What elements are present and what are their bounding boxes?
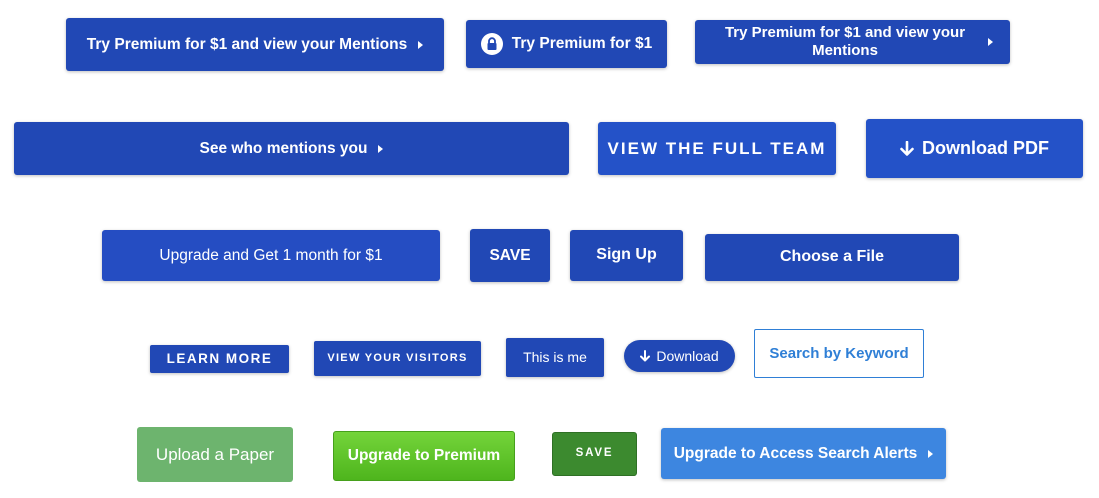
caret-right-icon xyxy=(928,449,934,458)
caret-right-icon xyxy=(987,38,993,46)
button-label: Upload a Paper xyxy=(155,444,275,464)
download-pill-button[interactable]: Download xyxy=(624,340,735,372)
try-premium-mentions-wrapped-button[interactable]: Try Premium for $1 and view your Mention… xyxy=(695,20,1010,64)
button-label: This is me xyxy=(523,349,587,366)
button-label: Try Premium for $1 and view your Mention… xyxy=(86,35,408,53)
button-label: Download PDF xyxy=(922,138,1049,159)
button-label: See who mentions you xyxy=(199,139,368,157)
button-label: Search by Keyword xyxy=(769,344,909,362)
download-arrow-icon xyxy=(900,140,914,157)
caret-right-icon xyxy=(378,144,384,153)
caret-right-icon xyxy=(418,40,424,49)
learn-more-button[interactable]: LEARN MORE xyxy=(150,345,289,373)
try-premium-lock-button[interactable]: Try Premium for $1 xyxy=(466,20,667,68)
download-pdf-button[interactable]: Download PDF xyxy=(866,119,1083,178)
upgrade-premium-button[interactable]: Upgrade to Premium xyxy=(333,431,515,481)
button-label: SAVE xyxy=(575,447,614,460)
button-label: Choose a File xyxy=(779,248,885,266)
search-keyword-button[interactable]: Search by Keyword xyxy=(754,329,924,378)
this-is-me-button[interactable]: This is me xyxy=(506,338,604,377)
upload-paper-button[interactable]: Upload a Paper xyxy=(137,427,293,482)
upgrade-search-alerts-button[interactable]: Upgrade to Access Search Alerts xyxy=(661,428,946,479)
button-label: LEARN MORE xyxy=(166,351,273,367)
button-label: VIEW YOUR VISITORS xyxy=(327,352,468,365)
button-label: Download xyxy=(656,347,719,364)
button-label: Try Premium for $1 and view your Mention… xyxy=(724,24,966,59)
button-label: Try Premium for $1 xyxy=(511,35,653,53)
button-label: VIEW THE FULL TEAM xyxy=(607,138,827,158)
button-label: Upgrade to Premium xyxy=(347,447,501,465)
choose-file-button[interactable]: Choose a File xyxy=(705,234,959,281)
see-who-mentions-button[interactable]: See who mentions you xyxy=(14,122,569,175)
lock-icon xyxy=(480,33,503,55)
save-button[interactable]: SAVE xyxy=(470,229,550,282)
button-label: Sign Up xyxy=(596,246,657,264)
view-visitors-button[interactable]: VIEW YOUR VISITORS xyxy=(314,341,481,376)
button-label: Upgrade and Get 1 month for $1 xyxy=(159,246,383,264)
view-full-team-button[interactable]: VIEW THE FULL TEAM xyxy=(598,122,836,175)
upgrade-month-button[interactable]: Upgrade and Get 1 month for $1 xyxy=(102,230,440,281)
button-label: Upgrade to Access Search Alerts xyxy=(673,444,918,462)
save-green-button[interactable]: SAVE xyxy=(552,432,637,476)
button-label: SAVE xyxy=(489,246,531,264)
download-arrow-icon xyxy=(640,350,651,362)
sign-up-button[interactable]: Sign Up xyxy=(570,230,683,281)
try-premium-mentions-button[interactable]: Try Premium for $1 and view your Mention… xyxy=(66,18,444,71)
